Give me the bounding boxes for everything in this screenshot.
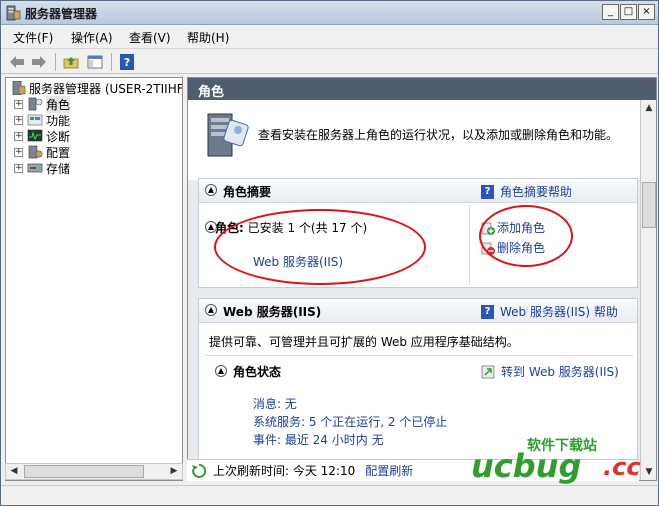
pane-header: 角色 xyxy=(188,78,656,100)
scroll-right-arrow-icon[interactable]: ▶ xyxy=(166,464,182,479)
help-icon: ? xyxy=(481,304,494,319)
tree-item-roles-label: 角色 xyxy=(46,95,71,113)
tree-item-features-label: 功能 xyxy=(46,113,71,128)
configure-refresh-link[interactable]: 配置刷新 xyxy=(365,462,413,479)
diagnostics-icon xyxy=(27,129,43,143)
tree-item-configuration[interactable]: + 配置 xyxy=(14,144,70,160)
collapse-role-status-button[interactable]: ▲ xyxy=(215,365,227,377)
role-summary-help-label: 角色摘要帮助 xyxy=(500,185,573,199)
tree-item-diagnostics[interactable]: + 诊断 xyxy=(14,128,70,144)
back-arrow-icon xyxy=(10,56,24,68)
role-summary-help-link[interactable]: ? 角色摘要帮助 xyxy=(481,183,572,200)
scroll-up-arrow-icon[interactable]: ▲ xyxy=(641,100,656,116)
toolbar-separator xyxy=(111,53,112,71)
back-button[interactable] xyxy=(7,53,27,71)
annotation-ellipse-roles xyxy=(214,209,426,285)
web-server-help-link[interactable]: ? Web 服务器(IIS) 帮助 xyxy=(481,303,618,320)
help-toolbar-button[interactable]: ? xyxy=(117,53,137,71)
help-icon: ? xyxy=(120,54,134,70)
show-hide-console-tree-button[interactable] xyxy=(85,53,105,71)
console-tree-icon xyxy=(87,55,103,69)
goto-web-server-label: 转到 Web 服务器(IIS) xyxy=(501,365,619,379)
tree-root[interactable]: 服务器管理器 (USER-2TIIHF xyxy=(10,80,183,96)
maximize-button[interactable]: □ xyxy=(620,4,637,20)
menu-view[interactable]: 查看(V) xyxy=(129,29,171,46)
features-icon xyxy=(27,113,43,127)
scroll-left-arrow-icon[interactable]: ◀ xyxy=(6,464,22,479)
tree-horizontal-scrollbar[interactable]: ◀ ▶ xyxy=(5,463,183,480)
roles-intro: 查看安装在服务器上角色的运行状况，以及添加或删除角色和功能。 xyxy=(188,100,640,180)
role-summary-title: 角色摘要 xyxy=(223,185,272,199)
server-manager-window: 服务器管理器 _ □ × 文件(F) 操作(A) 查看(V) 帮助(H) ? 服… xyxy=(0,0,659,506)
details-pane: 角色 查看安装在服务器上角色的运行状况，以及添加或删除角色和功能。 ▲ 角色摘要… xyxy=(187,77,657,481)
expand-toggle[interactable]: + xyxy=(14,163,23,173)
collapse-role-summary-button[interactable]: ▲ xyxy=(205,184,217,196)
server-manager-app-icon xyxy=(6,5,21,21)
expand-toggle[interactable]: + xyxy=(14,99,23,109)
role-summary-header: ▲ 角色摘要 ? 角色摘要帮助 xyxy=(199,179,637,203)
events-status: 事件: 最近 24 小时内 无 xyxy=(253,433,384,447)
menu-help[interactable]: 帮助(H) xyxy=(187,29,229,46)
minimize-button[interactable]: _ xyxy=(602,4,619,20)
window-title: 服务器管理器 xyxy=(25,7,98,21)
close-button[interactable]: × xyxy=(638,4,655,20)
collapse-roles-button[interactable]: ▲ xyxy=(205,221,217,233)
web-server-description: 提供可靠、可管理并且可扩展的 Web 应用程序基础结构。 xyxy=(209,335,519,349)
ucbug-watermark: 软件下载站 ucbug .cc xyxy=(471,433,657,487)
server-roles-illustration-icon xyxy=(207,113,249,157)
console-tree: 服务器管理器 (USER-2TIIHF + 角色 + 功能 + 诊断 + 配置 … xyxy=(5,77,183,481)
configuration-icon xyxy=(27,145,43,159)
refresh-icon xyxy=(192,463,207,478)
system-services-status: 系统服务: 5 个正在运行, 2 个已停止 xyxy=(253,415,448,429)
last-refresh-text: 上次刷新时间: 今天 12:10 xyxy=(213,464,356,478)
toolbar: ? xyxy=(1,48,658,74)
scrollbar-thumb[interactable] xyxy=(642,182,656,228)
menu-file[interactable]: 文件(F) xyxy=(13,29,53,46)
web-server-header: ▲ Web 服务器(IIS) ? Web 服务器(IIS) 帮助 xyxy=(199,299,637,323)
section-divider xyxy=(205,355,633,356)
folder-up-icon xyxy=(63,57,79,69)
web-server-title: Web 服务器(IIS) xyxy=(223,305,322,319)
goto-web-server-link[interactable]: 转到 Web 服务器(IIS) xyxy=(481,363,619,380)
summary-divider xyxy=(469,205,470,285)
storage-icon xyxy=(27,161,43,175)
annotation-ellipse-actions xyxy=(479,205,573,267)
collapse-web-server-button[interactable]: ▲ xyxy=(205,304,217,316)
role-status-title: 角色状态 xyxy=(233,365,282,379)
watermark-suffix: .cc xyxy=(603,453,641,481)
expand-toggle[interactable]: + xyxy=(14,147,23,157)
server-icon xyxy=(10,81,26,95)
expand-toggle[interactable]: + xyxy=(14,115,23,125)
menu-bar: 文件(F) 操作(A) 查看(V) 帮助(H) xyxy=(1,26,658,48)
messages-status: 消息: 无 xyxy=(253,397,297,411)
menu-action[interactable]: 操作(A) xyxy=(71,29,113,46)
tree-item-features[interactable]: + 功能 xyxy=(14,112,70,128)
tree-item-storage-label: 存储 xyxy=(46,161,71,176)
tree-item-storage[interactable]: + 存储 xyxy=(14,160,70,176)
goto-arrow-icon xyxy=(481,365,495,378)
window-status-bar xyxy=(1,485,658,505)
details-vertical-scrollbar[interactable]: ▲ ▼ xyxy=(640,100,656,480)
watermark-brand: ucbug xyxy=(471,447,582,485)
expand-toggle[interactable]: + xyxy=(14,131,23,141)
tree-item-roles[interactable]: + 角色 xyxy=(14,95,71,113)
tree-item-configuration-label: 配置 xyxy=(46,145,71,160)
web-server-help-label: Web 服务器(IIS) 帮助 xyxy=(500,305,618,319)
svg-text:?: ? xyxy=(124,56,130,69)
toolbar-separator xyxy=(55,53,56,71)
title-bar[interactable]: 服务器管理器 _ □ × xyxy=(1,1,658,25)
roles-icon xyxy=(27,97,43,111)
up-folder-button[interactable] xyxy=(61,53,81,71)
tree-root-label: 服务器管理器 (USER-2TIIHF xyxy=(29,81,183,96)
tree-item-diagnostics-label: 诊断 xyxy=(46,129,71,144)
intro-text: 查看安装在服务器上角色的运行状况，以及添加或删除角色和功能。 xyxy=(258,128,619,142)
forward-arrow-icon xyxy=(32,56,46,68)
help-icon: ? xyxy=(481,184,494,199)
forward-button[interactable] xyxy=(29,53,49,71)
scrollbar-thumb[interactable] xyxy=(24,465,144,478)
